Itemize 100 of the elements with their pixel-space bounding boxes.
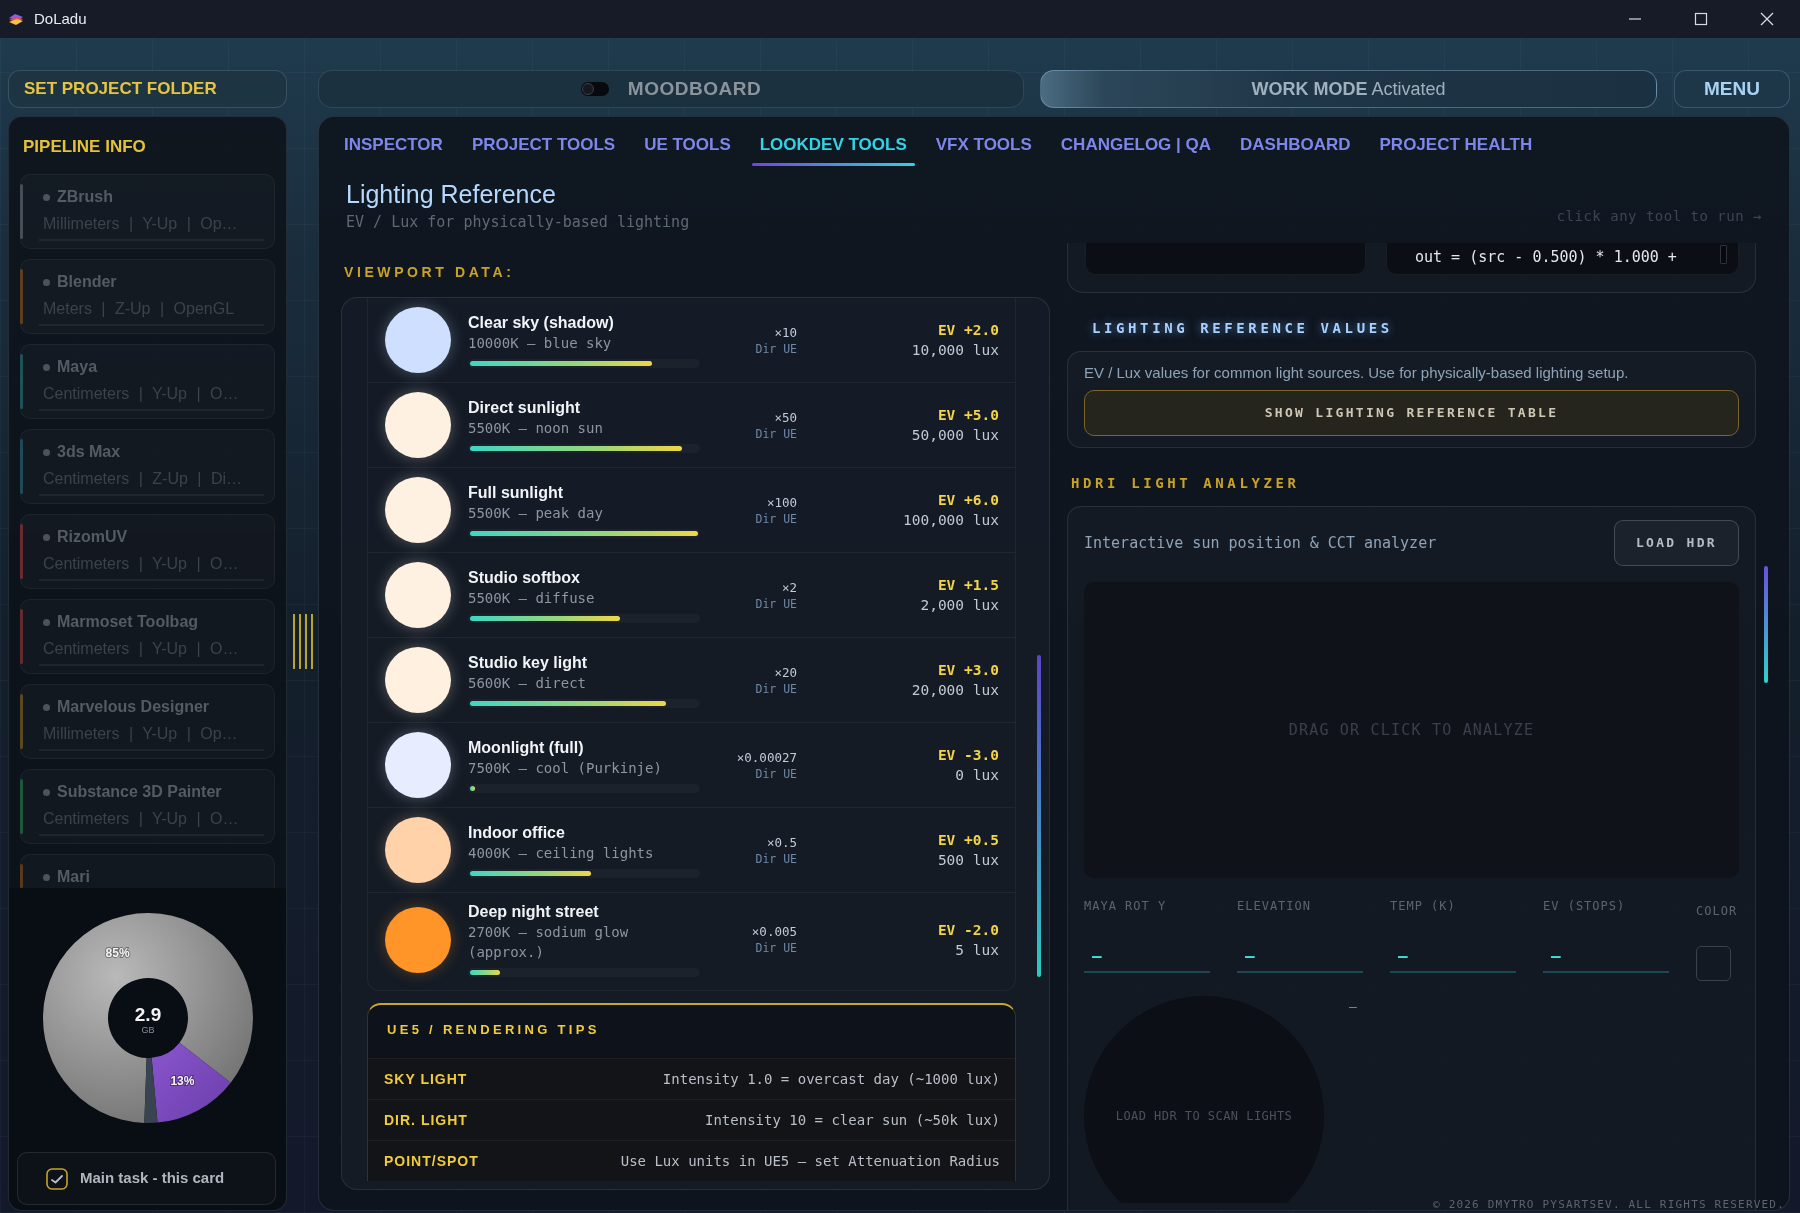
app-name: RizomUV xyxy=(57,527,128,547)
slice-label: 13% xyxy=(169,1074,194,1089)
light-row[interactable]: Moonlight (full) 7500K — cool (Purkinje) ×0.00027 Dir UE EV -3.0 0 lux xyxy=(368,723,1015,808)
multiplier: ×20 xyxy=(773,663,797,681)
maximize-icon xyxy=(1694,12,1708,26)
tab[interactable]: PROJECT TOOLS xyxy=(463,128,624,166)
ev-value: EV +0.5 xyxy=(936,831,999,850)
scrollbar-thumb[interactable] xyxy=(1764,566,1768,683)
color-swatch[interactable] xyxy=(1696,946,1731,981)
window-title: DoLadu xyxy=(34,8,87,29)
target-label: Dir UE xyxy=(754,510,797,527)
storage-value: 2.9 xyxy=(134,1004,161,1025)
light-row[interactable]: Studio softbox 5500K — diffuse ×2 Dir UE EV +1.5 2,000 lux xyxy=(368,553,1015,638)
light-detail: 5600K — direct xyxy=(468,673,587,693)
bullet-icon xyxy=(43,873,50,881)
bullet-icon xyxy=(43,278,50,286)
light-row[interactable]: Studio key light 5600K — direct ×20 Dir UE EV +3.0 20,000 lux xyxy=(368,638,1015,723)
tip-key: SKY LIGHT xyxy=(384,1068,468,1090)
light-detail: 7500K — cool (Purkinje) xyxy=(468,758,663,778)
ev-value: EV +6.0 xyxy=(936,491,999,510)
tip-key: DIR. LIGHT xyxy=(384,1109,468,1131)
page-title: Lighting Reference xyxy=(346,179,557,209)
value-field[interactable]: – xyxy=(1543,938,1669,973)
scrollbar-thumb[interactable] xyxy=(1037,655,1041,977)
tip-key: POINT/SPOT xyxy=(384,1150,479,1172)
multiplier: ×0.5 xyxy=(765,833,797,851)
set-folder-button[interactable]: SET PROJECT FOLDER xyxy=(8,70,287,108)
value-field[interactable]: – xyxy=(1237,938,1363,973)
app-name: Maya xyxy=(57,357,98,377)
target-label: Dir UE xyxy=(754,765,797,782)
logo-icon xyxy=(8,12,24,26)
reference-description: EV / Lux values for common light sources. Use for physically-based lighting setup. xyxy=(1084,363,1630,383)
tab[interactable]: PROJECT HEALTH xyxy=(1371,128,1541,166)
ev-value: EV +5.0 xyxy=(936,406,999,425)
target-label: Dir UE xyxy=(754,680,797,697)
slice-label: 85% xyxy=(105,945,130,960)
target-label: Dir UE xyxy=(754,425,797,442)
lux-value: 50,000 lux xyxy=(910,426,999,445)
work-mode-text: WORK MODE Activated xyxy=(1251,77,1446,101)
tab[interactable]: INSPECTOR xyxy=(336,128,451,166)
target-label: Dir UE xyxy=(754,595,797,612)
section-title: VIEWPORT DATA: xyxy=(344,263,516,281)
bullet-icon xyxy=(43,533,50,541)
value-field[interactable]: – xyxy=(1084,938,1210,973)
light-detail: 5500K — noon sun xyxy=(468,418,604,438)
checkbox[interactable] xyxy=(46,1167,68,1190)
multiplier: ×2 xyxy=(780,578,797,596)
scrollbar-thumb[interactable] xyxy=(1720,245,1727,264)
field-label: COLOR xyxy=(1696,903,1738,919)
light-name: Full sunlight xyxy=(468,482,565,503)
app-name: ZBrush xyxy=(57,187,113,207)
light-row[interactable]: Indoor office 4000K — ceiling lights ×0.5 Dir UE EV +0.5 500 lux xyxy=(368,808,1015,893)
app-name: Substance 3D Painter xyxy=(57,782,222,802)
light-row[interactable]: Full sunlight 5500K — peak day ×100 Dir UE EV +6.0 100,000 lux xyxy=(368,468,1015,553)
bullet-icon xyxy=(43,618,50,626)
light-detail: 2700K — sodium glow (approx.) xyxy=(468,923,630,962)
show-table-button[interactable]: SHOW LIGHTING REFERENCE TABLE xyxy=(1084,390,1739,436)
value-field[interactable]: – xyxy=(1390,938,1516,973)
toggle-switch[interactable] xyxy=(580,82,609,96)
tab[interactable]: CHANGELOG | QA xyxy=(1052,128,1220,166)
field-label: ELEVATION xyxy=(1237,898,1313,914)
lux-value: 0 lux xyxy=(954,766,999,785)
app-name: Mari xyxy=(57,867,90,887)
light-name: Studio softbox xyxy=(468,567,581,588)
lux-value: 5 lux xyxy=(954,940,999,960)
ev-value: EV +3.0 xyxy=(936,661,999,680)
multiplier: ×0.00027 xyxy=(735,748,797,766)
light-name: Deep night street xyxy=(468,902,600,922)
storage-unit: GB xyxy=(141,1025,154,1035)
app-name: Blender xyxy=(57,272,117,292)
light-row[interactable]: Direct sunlight 5500K — noon sun ×50 Dir UE EV +5.0 50,000 lux xyxy=(368,383,1015,468)
tip-value: Intensity 10 = clear sun (~50k lux) xyxy=(705,1110,1000,1130)
lux-value: 100,000 lux xyxy=(901,511,999,530)
lux-value: 10,000 lux xyxy=(910,341,999,360)
light-row[interactable]: Clear sky (shadow) 10000K — blue sky ×10 Dir UE EV +2.0 10,000 lux xyxy=(368,298,1015,383)
scan-hint: LOAD HDR TO SCAN LIGHTS xyxy=(1115,1108,1293,1124)
bullet-icon xyxy=(43,193,50,201)
light-row[interactable]: Deep night street 2700K — sodium glow (approx.) ×0.005 Dir UE EV -2.0 5 lux xyxy=(368,893,1015,986)
lux-value: 500 lux xyxy=(936,851,999,870)
light-detail: 5500K — peak day xyxy=(468,503,604,523)
close-icon xyxy=(1760,12,1774,26)
target-label: Dir UE xyxy=(754,340,797,357)
tab[interactable]: DASHBOARD xyxy=(1232,128,1359,166)
analyzer-description: Interactive sun position & CCT analyzer xyxy=(1084,533,1437,553)
bullet-icon xyxy=(43,703,50,711)
tab[interactable]: LOOKDEV TOOLS xyxy=(751,128,915,166)
section-title: LIGHTING REFERENCE VALUES xyxy=(1092,319,1394,338)
tab[interactable]: VFX TOOLS xyxy=(927,128,1040,166)
ev-value: EV -2.0 xyxy=(936,920,999,940)
ev-value: EV +1.5 xyxy=(936,576,999,595)
multiplier: ×10 xyxy=(773,323,797,341)
bullet-icon xyxy=(43,448,50,456)
light-detail: 5500K — diffuse xyxy=(468,588,596,608)
app-name: 3ds Max xyxy=(57,442,121,462)
load-hdr-button[interactable]: LOAD HDR xyxy=(1614,520,1739,566)
splitter-handle[interactable] xyxy=(291,614,314,669)
light-name: Clear sky (shadow) xyxy=(468,312,615,333)
menu-button[interactable]: MENU xyxy=(1674,70,1790,108)
tab[interactable]: UE TOOLS xyxy=(636,128,739,166)
multiplier: ×0.005 xyxy=(750,923,797,940)
